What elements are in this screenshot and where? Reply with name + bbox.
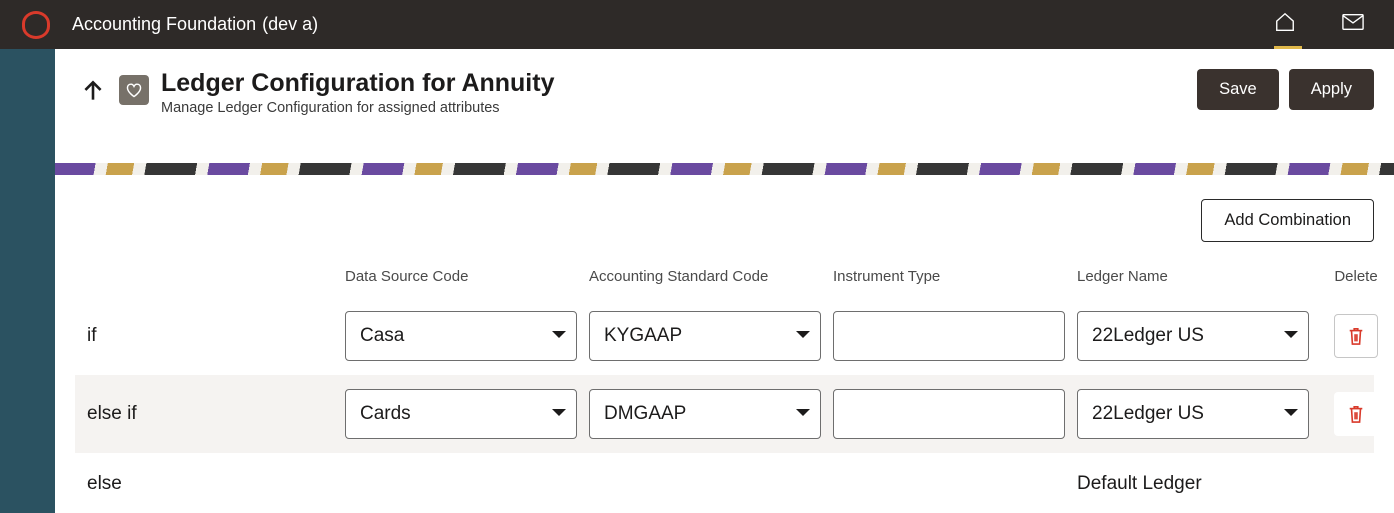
delete-row-button[interactable]: [1334, 314, 1378, 358]
main-content: Add Combination Data Source Code Account…: [55, 175, 1394, 495]
app-title: Accounting Foundation: [72, 14, 256, 35]
col-delete: Delete: [1321, 268, 1391, 285]
page-subtitle: Manage Ledger Configuration for assigned…: [161, 100, 554, 116]
delete-row-button[interactable]: [1334, 392, 1378, 436]
accounting-standard-code-select[interactable]: [589, 311, 821, 361]
ledger-name-input[interactable]: [1077, 311, 1309, 361]
instrument-type-input[interactable]: [833, 311, 1065, 361]
rule-row: if: [75, 297, 1374, 375]
data-source-code-input[interactable]: [345, 389, 577, 439]
apply-button[interactable]: Apply: [1289, 69, 1374, 110]
oracle-logo-icon: [22, 11, 50, 39]
accounting-standard-code-input[interactable]: [589, 389, 821, 439]
data-source-code-select[interactable]: [345, 389, 577, 439]
default-ledger-value: Default Ledger: [1077, 473, 1321, 495]
back-button[interactable]: [75, 73, 111, 109]
page-title: Ledger Configuration for Annuity: [161, 69, 554, 98]
data-source-code-select[interactable]: [345, 311, 577, 361]
condition-label: if: [85, 325, 345, 347]
save-button[interactable]: Save: [1197, 69, 1279, 110]
ledger-name-input[interactable]: [1077, 389, 1309, 439]
instrument-type-input[interactable]: [833, 389, 1065, 439]
condition-label: else if: [85, 403, 345, 425]
rule-row: else if: [75, 375, 1374, 453]
col-ledger-name: Ledger Name: [1077, 268, 1321, 285]
accounting-standard-code-select[interactable]: [589, 389, 821, 439]
left-backdrop: [0, 49, 55, 513]
ledger-name-select[interactable]: [1077, 311, 1309, 361]
mail-icon[interactable]: [1342, 13, 1364, 36]
environment-tag: (dev a): [262, 14, 318, 35]
add-combination-button[interactable]: Add Combination: [1201, 199, 1374, 242]
col-accounting-standard-code: Accounting Standard Code: [589, 268, 833, 285]
default-row: else Default Ledger: [75, 453, 1374, 495]
data-source-code-input[interactable]: [345, 311, 577, 361]
global-navbar: Accounting Foundation (dev a): [0, 0, 1394, 49]
favorite-button[interactable]: [119, 75, 149, 105]
page-header: Ledger Configuration for Annuity Manage …: [55, 49, 1394, 134]
table-header: Data Source Code Accounting Standard Cod…: [75, 268, 1374, 297]
ledger-name-select[interactable]: [1077, 389, 1309, 439]
condition-label: else: [85, 473, 345, 495]
col-data-source-code: Data Source Code: [345, 268, 589, 285]
decorative-stripe: [55, 163, 1394, 175]
accounting-standard-code-input[interactable]: [589, 311, 821, 361]
home-icon[interactable]: [1274, 11, 1296, 38]
col-instrument-type: Instrument Type: [833, 268, 1077, 285]
